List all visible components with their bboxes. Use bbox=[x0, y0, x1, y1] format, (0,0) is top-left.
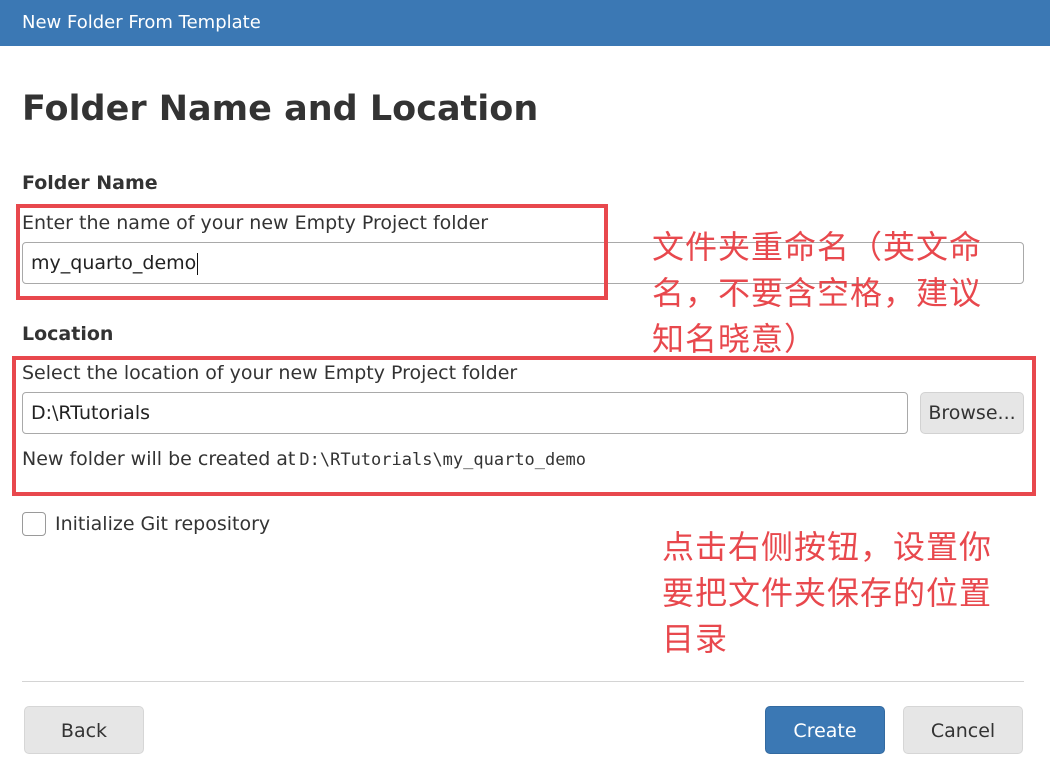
folder-name-label: Folder Name bbox=[22, 172, 158, 194]
footer-divider bbox=[22, 681, 1024, 682]
window-title: New Folder From Template bbox=[0, 0, 1050, 46]
folder-name-highlight-box bbox=[16, 204, 608, 300]
git-checkbox[interactable] bbox=[22, 512, 46, 536]
page-title: Folder Name and Location bbox=[22, 89, 539, 129]
location-annotation: 点击右侧按钮，设置你 要把文件夹保存的位置 目录 bbox=[662, 528, 993, 658]
create-button[interactable]: Create bbox=[765, 706, 885, 754]
git-option[interactable]: Initialize Git repository bbox=[22, 511, 270, 537]
cancel-button[interactable]: Cancel bbox=[903, 706, 1023, 754]
rename-annotation: 文件夹重命名（英文命 名，不要含空格，建议 知名晓意） bbox=[652, 228, 983, 358]
back-button[interactable]: Back bbox=[24, 706, 144, 754]
location-highlight-box bbox=[12, 356, 1036, 496]
git-checkbox-label[interactable]: Initialize Git repository bbox=[55, 513, 270, 535]
location-label: Location bbox=[22, 323, 114, 345]
